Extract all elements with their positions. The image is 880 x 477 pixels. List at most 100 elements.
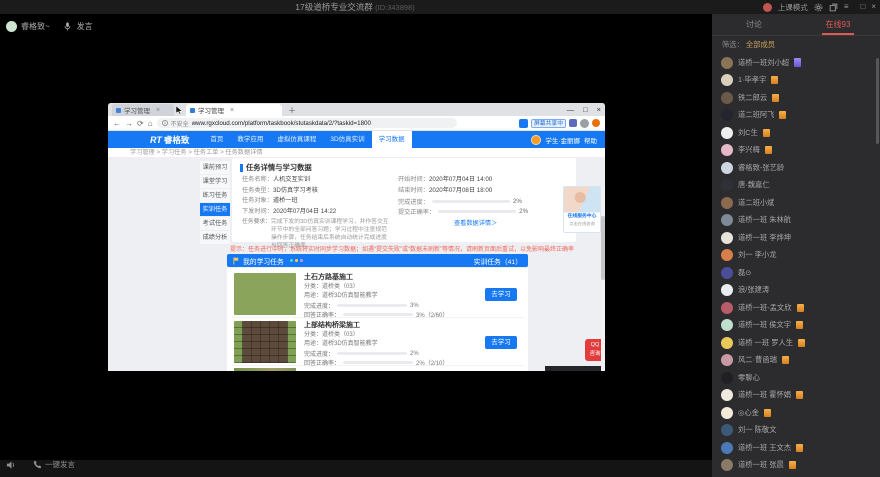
member-row[interactable]: 道桥一班 王文杰	[712, 439, 876, 457]
one-key-speak-button[interactable]: 一键发言	[33, 459, 75, 470]
member-row[interactable]: 唐·魏嘉仁	[712, 177, 876, 195]
task-type-menu-item[interactable]: 成绩分析	[200, 231, 230, 245]
student-name: 学生·金丽娜	[545, 135, 580, 145]
member-name: 道桥一班刘小超	[738, 58, 789, 68]
member-row[interactable]: 铁二郎云	[712, 89, 876, 107]
url-field[interactable]: 不安全 www.rgxcloud.com/platform/taskbook/s…	[157, 118, 457, 128]
group-title: 17级道桥专业交流群 (ID:343898)	[0, 0, 710, 14]
member-name: 李兴梅	[738, 145, 760, 155]
card-progress-row: 完成进度： 2%	[304, 349, 448, 358]
refresh-icon[interactable]: ⟳	[137, 119, 144, 128]
member-row[interactable]: 睿格致-张艺龄	[712, 159, 876, 177]
view-data-detail-link[interactable]: 查看数据详情＞	[398, 218, 568, 227]
member-avatar	[721, 127, 733, 139]
tab-close-icon[interactable]: ×	[156, 107, 160, 114]
member-row[interactable]: 零聊心	[712, 369, 876, 387]
member-row[interactable]: 道桥一班 霍怀娟	[712, 387, 876, 405]
member-row[interactable]: 1·毕孝宇	[712, 72, 876, 90]
member-name: 铁二郎云	[738, 93, 767, 103]
task-type-menu-item[interactable]: 考试任务	[200, 217, 230, 231]
speaker-icon[interactable]	[6, 460, 17, 470]
settings-gear-icon[interactable]	[814, 3, 823, 12]
member-row[interactable]: 道桥一班 侯文宇	[712, 317, 876, 335]
member-row[interactable]: 道桥一班 李烨坤	[712, 229, 876, 247]
site-nav-item[interactable]: 3D仿真实训	[323, 131, 371, 148]
site-nav-item[interactable]: 首页	[203, 131, 230, 148]
member-row[interactable]: 风二·曹函瑞	[712, 352, 876, 370]
tab-title: 学习管理	[124, 105, 150, 115]
section-title: 我的学习任务	[243, 256, 284, 266]
browser-minimize-icon[interactable]: —	[567, 103, 575, 116]
tab-close-icon[interactable]: ×	[230, 107, 234, 114]
browser-menu-badge[interactable]	[592, 119, 600, 127]
extension-icon[interactable]	[569, 119, 577, 127]
member-row[interactable]: 道二班阿飞	[712, 107, 876, 125]
browser-maximize-icon[interactable]: □	[583, 103, 588, 116]
browser-tab-active[interactable]: 学习管理 ×	[186, 104, 282, 116]
member-name: 1·毕孝宇	[738, 75, 766, 85]
popout-window-icon[interactable]	[829, 3, 838, 12]
forward-icon[interactable]: →	[125, 119, 133, 128]
close-icon[interactable]: ×	[871, 0, 876, 14]
service-subtitle: 点击在线咨询	[564, 221, 600, 227]
member-row[interactable]: 刘C生	[712, 124, 876, 142]
member-row[interactable]: 李兴梅	[712, 142, 876, 160]
member-row[interactable]: 道二班小斌	[712, 194, 876, 212]
home-icon[interactable]: ⌂	[148, 119, 153, 128]
site-nav-item[interactable]: 虚拟仿真课程	[270, 131, 323, 148]
member-row[interactable]: 道桥一班 朱林航	[712, 212, 876, 230]
browser-profile-avatar[interactable]	[580, 119, 589, 128]
task-type-menu-item[interactable]: 实训任务	[200, 203, 230, 217]
card-thumbnail[interactable]	[234, 273, 296, 315]
card-progress-label: 完成进度：	[304, 349, 334, 358]
go-study-button[interactable]: 去学习	[485, 288, 517, 301]
site-logo[interactable]: RT 睿格致	[150, 134, 189, 146]
field-value: 2020年07月04日 14:00	[429, 176, 492, 183]
back-icon[interactable]: ←	[113, 119, 121, 128]
help-link[interactable]: 帮助	[584, 135, 597, 145]
member-row[interactable]: 刘一 李小龙	[712, 247, 876, 265]
maximize-icon[interactable]: □	[860, 0, 865, 14]
field-value: 2020年07月08日 18:00	[429, 187, 492, 194]
member-list: 道桥一班刘小超 1·毕孝宇 铁二郎云 道二班阿飞	[712, 54, 876, 477]
member-badge	[796, 444, 803, 452]
member-badge	[794, 58, 801, 67]
card-progress-label: 完成进度：	[304, 301, 334, 310]
member-avatar	[721, 214, 733, 226]
cast-extension-icon[interactable]	[519, 119, 528, 128]
browser-close-icon[interactable]: ×	[597, 103, 601, 116]
member-row[interactable]: 刘一 陈敬文	[712, 422, 876, 440]
member-row[interactable]: 道桥一班 张晨	[712, 457, 876, 475]
task-type-menu-item[interactable]: 练习任务	[200, 189, 230, 203]
sidebar-tab[interactable]: 在线93	[796, 14, 880, 35]
member-row[interactable]: 浪/张建涛	[712, 282, 876, 300]
page-scrollbar[interactable]	[601, 186, 605, 371]
member-row[interactable]: ◎心金	[712, 404, 876, 422]
member-name: 道桥 一班 罗人生	[738, 338, 793, 348]
card-thumbnail[interactable]	[234, 321, 296, 363]
page-scrollbar-thumb[interactable]	[601, 216, 605, 280]
member-row[interactable]: 道桥一班刘小超	[712, 54, 876, 72]
new-tab-button[interactable]: ＋	[288, 105, 296, 116]
card-category-value: 道桥类（03）	[322, 332, 359, 338]
group-sidebar: 讨论在线93 筛选： 全部成员 道桥一班刘小超 1·毕孝宇	[712, 14, 880, 477]
site-nav-item[interactable]: 学习数据	[372, 131, 412, 148]
browser-tab-inactive[interactable]: 学习管理 ×	[112, 104, 174, 116]
member-row[interactable]: 道桥 一班 罗人生	[712, 334, 876, 352]
online-service-widget[interactable]: 在线服务中心 点击在线咨询	[563, 186, 601, 233]
member-badge	[782, 356, 789, 364]
card-usage-label: 用途：	[304, 341, 322, 347]
menu-icon[interactable]: ≡	[844, 0, 849, 14]
go-study-button[interactable]: 去学习	[485, 336, 517, 349]
detail-field: 任务类型：3D仿真学习考核	[242, 186, 392, 197]
site-nav-item[interactable]: 教学应用	[230, 131, 270, 148]
app-titlebar: 17级道桥专业交流群 (ID:343898) 上课模式 ≡ □ ×	[0, 0, 880, 14]
sidebar-scrollbar-thumb[interactable]	[876, 58, 879, 144]
member-avatar	[721, 109, 733, 121]
task-type-menu-item[interactable]: 课堂学习	[200, 175, 230, 189]
task-type-menu-item[interactable]: 课前预习	[200, 161, 230, 175]
member-filter[interactable]: 筛选： 全部成员	[712, 36, 880, 54]
sidebar-tab[interactable]: 讨论	[712, 14, 796, 35]
member-row[interactable]: 磊⊙	[712, 264, 876, 282]
member-row[interactable]: 道桥一班-孟文欣	[712, 299, 876, 317]
